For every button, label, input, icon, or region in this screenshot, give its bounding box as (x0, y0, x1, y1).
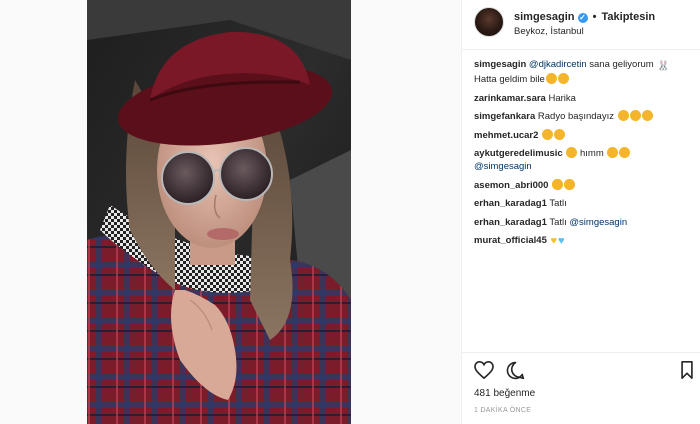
post-photo[interactable] (0, 0, 461, 424)
comment-username[interactable]: asemon_abri000 (474, 180, 548, 191)
post-header: simgesagin ✓ • Takiptesin Beykoz, İstanbu… (462, 0, 700, 50)
list-item: erhan_karadag1 Tatlı (474, 197, 694, 210)
caption-username[interactable]: simgesagin (474, 59, 526, 70)
heart-outline-icon[interactable] (474, 360, 494, 384)
comment-username[interactable]: erhan_karadag1 (474, 217, 547, 228)
list-item: zarinkamar.sara Harika (474, 92, 694, 105)
party-face-emoji-icon (566, 147, 578, 158)
caption-text-2: Hatta geldim bile (474, 74, 545, 85)
heart-eyes-emoji-icon (552, 178, 564, 190)
heart-eyes-emoji-icon (564, 178, 576, 190)
list-item: mehmet.ucar2 (474, 128, 694, 142)
instagram-post: simgesagin ✓ • Takiptesin Beykoz, İstanbu… (0, 0, 700, 424)
sunglasses-face-emoji-icon (619, 147, 631, 158)
header-user-line: simgesagin ✓ • Takiptesin (514, 11, 655, 23)
victory-hand-emoji-icon (545, 73, 557, 84)
comment-username[interactable]: aykutgeredelimusic (474, 148, 563, 159)
list-item: erhan_karadag1 Tatlı @simgesagin (474, 216, 694, 229)
laughing-face-emoji-icon (557, 73, 569, 84)
list-item: simgefankara Radyo başındayız (474, 110, 694, 123)
smiling-face-emoji-icon (617, 110, 629, 121)
header-username[interactable]: simgesagin (514, 11, 575, 23)
smiling-face-emoji-icon (629, 110, 641, 121)
header-separator: • (592, 11, 597, 23)
smiling-face-emoji-icon (641, 110, 653, 121)
like-count[interactable]: 481 beğenme (474, 388, 535, 399)
comment-bubble-icon[interactable] (506, 361, 525, 385)
avatar[interactable] (474, 7, 504, 37)
comment-text: Tatlı (549, 216, 570, 228)
comment-username[interactable]: zarinkamar.sara (474, 93, 546, 104)
caption: simgesagin @djkadircetin sana geliyorum … (474, 58, 694, 86)
selfie-illustration (87, 0, 351, 424)
comment-username[interactable]: erhan_karadag1 (474, 198, 547, 209)
comment-text: Harika (548, 92, 576, 104)
post-timestamp: 1 DAKİKA ÖNCE (474, 407, 532, 414)
comment-mention[interactable]: @simgesagin (569, 217, 627, 228)
comment-text: Radyo başındayız (537, 111, 614, 122)
sunglasses-face-emoji-icon (607, 147, 619, 158)
bookmark-outline-icon[interactable] (680, 361, 694, 384)
caption-mention[interactable]: @djkadircetin (529, 59, 587, 70)
comment-username[interactable]: mehmet.ucar2 (474, 130, 538, 141)
comment-mention[interactable]: @simgesagin (474, 161, 532, 172)
list-item: murat_official45 ♥♥ (474, 234, 694, 248)
yellow-heart-icon: ♥ (550, 235, 558, 247)
comment-text: hımm (577, 148, 604, 159)
comment-text: Tatlı (549, 198, 567, 209)
follow-status-button[interactable]: Takiptesin (602, 11, 656, 23)
blue-heart-icon: ♥ (558, 235, 565, 247)
post-actions: 481 beğenme 1 DAKİKA ÖNCE (462, 352, 700, 424)
caption-text-1: sana geliyorum (586, 59, 657, 70)
list-item: aykutgeredelimusic hımm @simgesagin (474, 147, 694, 173)
list-item: asemon_abri000 (474, 178, 694, 192)
location-link[interactable]: Beykoz, İstanbul (514, 26, 584, 37)
rabbit-emoji-icon: 🐰 (657, 61, 670, 72)
post-side-panel: simgesagin ✓ • Takiptesin Beykoz, İstanbu… (461, 0, 700, 424)
comment-username[interactable]: murat_official45 (474, 235, 547, 246)
comments-list: simgesagin @djkadircetin sana geliyorum … (474, 58, 694, 358)
verified-badge-icon: ✓ (577, 13, 588, 23)
smiling-face-emoji-icon (542, 128, 554, 140)
smiling-face-emoji-icon (554, 128, 566, 140)
comment-username[interactable]: simgefankara (474, 111, 535, 122)
